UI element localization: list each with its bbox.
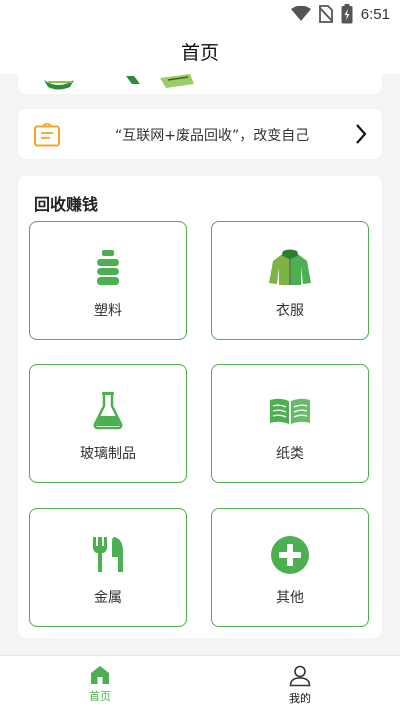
category-glass[interactable]: 玻璃制品 [29,364,187,483]
nav-label-mine: 我的 [289,692,311,705]
page-title: 首页 [180,41,219,64]
notice-text: “互联网+废品回收”，改变自己 [115,128,310,144]
section-title: 回收赚钱 [34,195,99,214]
home-content[interactable]: “互联网+废品回收”，改变自己 回收赚钱 塑料 衣服 玻璃制品 纸类 金属 其他 [0,74,400,656]
paper-icon [268,391,312,431]
recycle-card: 回收赚钱 塑料 衣服 玻璃制品 纸类 金属 其他 [18,176,382,638]
status-icons: 6:51 [290,4,390,24]
bottom-nav: 首页 我的 [0,655,400,711]
chevron-right-icon[interactable] [354,123,368,145]
category-other[interactable]: 其他 [211,508,369,627]
category-label: 塑料 [94,303,122,319]
app-bar: 首页 [0,28,400,74]
notice-board-icon [34,123,60,147]
category-metal[interactable]: 金属 [29,508,187,627]
cutlery-icon [92,535,124,575]
nav-item-home[interactable]: 首页 [0,656,200,711]
category-label: 金属 [94,590,122,606]
category-label: 玻璃制品 [80,446,136,462]
flask-icon [93,391,123,431]
jacket-icon [269,248,311,288]
wifi-icon [290,6,311,21]
category-label: 衣服 [276,303,304,319]
plastic-bottle-icon [95,248,121,288]
category-label: 纸类 [276,446,304,462]
category-paper[interactable]: 纸类 [211,364,369,483]
plus-circle-icon [271,535,309,575]
battery-icon [341,4,353,24]
no-sim-icon [318,5,333,23]
category-plastic[interactable]: 塑料 [29,221,187,340]
nav-item-mine[interactable]: 我的 [200,656,400,711]
nav-label-home: 首页 [89,690,111,703]
status-time: 6:51 [360,5,390,23]
banner-card[interactable] [18,74,382,94]
person-icon [289,665,311,687]
status-bar: 6:51 [0,0,400,28]
category-clothes[interactable]: 衣服 [211,221,369,340]
home-icon [91,666,109,684]
category-label: 其他 [276,590,304,606]
banner-image [44,74,194,90]
notice-bar[interactable]: “互联网+废品回收”，改变自己 [18,109,382,159]
